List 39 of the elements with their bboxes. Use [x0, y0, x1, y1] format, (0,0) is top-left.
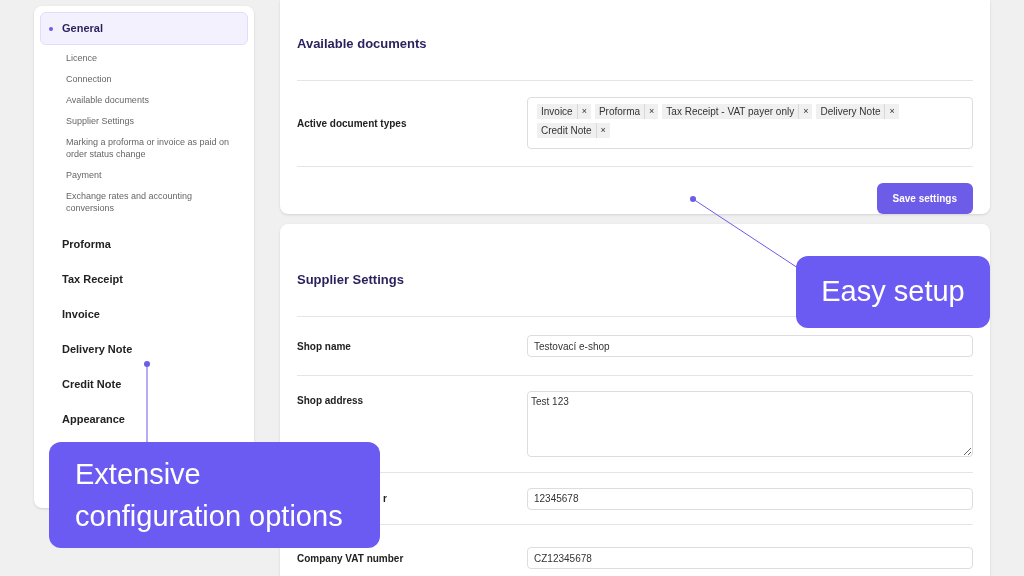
remove-tag-button[interactable]: × — [885, 104, 899, 119]
sidebar-item[interactable]: Proforma — [40, 228, 248, 261]
remove-tag-button[interactable]: × — [799, 104, 813, 119]
text-field[interactable]: Testovací e-shop — [527, 335, 973, 357]
field-label: Shop name — [297, 339, 352, 354]
sidebar-item[interactable]: Invoice — [40, 298, 248, 331]
bullet-icon — [49, 26, 53, 31]
sidebar-item[interactable]: Delivery Note — [40, 333, 248, 366]
sidebar-item[interactable]: Appearance — [40, 403, 248, 436]
address-field[interactable]: Test 123 — [527, 391, 973, 457]
tag-select-field[interactable]: Invoice × Proforma × Tax Receipt - VAT payer only × Delivery Note × Credit Note × — [527, 97, 973, 149]
callout: Easy setup — [796, 256, 990, 328]
field-label: Active document types — [297, 116, 408, 131]
tag: Delivery Note — [816, 104, 886, 119]
sidebar-subitem[interactable]: Supplier Settings — [66, 110, 248, 131]
remove-tag-button[interactable]: × — [577, 104, 591, 119]
field-label: r — [382, 492, 388, 506]
sidebar-subitem[interactable]: Available documents — [66, 89, 248, 110]
sidebar-item[interactable]: General — [40, 12, 248, 45]
text-field[interactable]: 12345678 — [527, 487, 973, 510]
tag: Invoice — [537, 104, 578, 119]
text-field[interactable]: CZ12345678 — [527, 547, 973, 569]
remove-tag-button[interactable]: × — [645, 104, 659, 119]
tag: Credit Note — [537, 123, 597, 138]
field-label: Company VAT number — [297, 551, 405, 566]
field-label: Shop address — [297, 394, 365, 408]
section-title: Available documents — [297, 34, 973, 81]
tag: Proforma — [594, 104, 646, 119]
tag: Tax Receipt - VAT payer only — [662, 104, 800, 119]
sidebar-item[interactable]: Credit Note — [40, 368, 248, 401]
sidebar-subitem[interactable]: Marking a proforma or invoice as paid on order status change — [66, 131, 248, 164]
sidebar-subitem[interactable]: Payment — [66, 164, 248, 185]
remove-tag-button[interactable]: × — [596, 123, 610, 138]
sidebar-subitem[interactable]: Licence — [66, 47, 248, 68]
sidebar-subitem[interactable]: Connection — [66, 68, 248, 89]
save-button[interactable]: Save settings — [876, 182, 973, 214]
sidebar-subitem[interactable]: Exchange rates and accounting conversions — [66, 185, 248, 218]
sidebar-item[interactable]: Tax Receipt — [40, 263, 248, 296]
callout: Extensive configuration options — [49, 442, 380, 548]
